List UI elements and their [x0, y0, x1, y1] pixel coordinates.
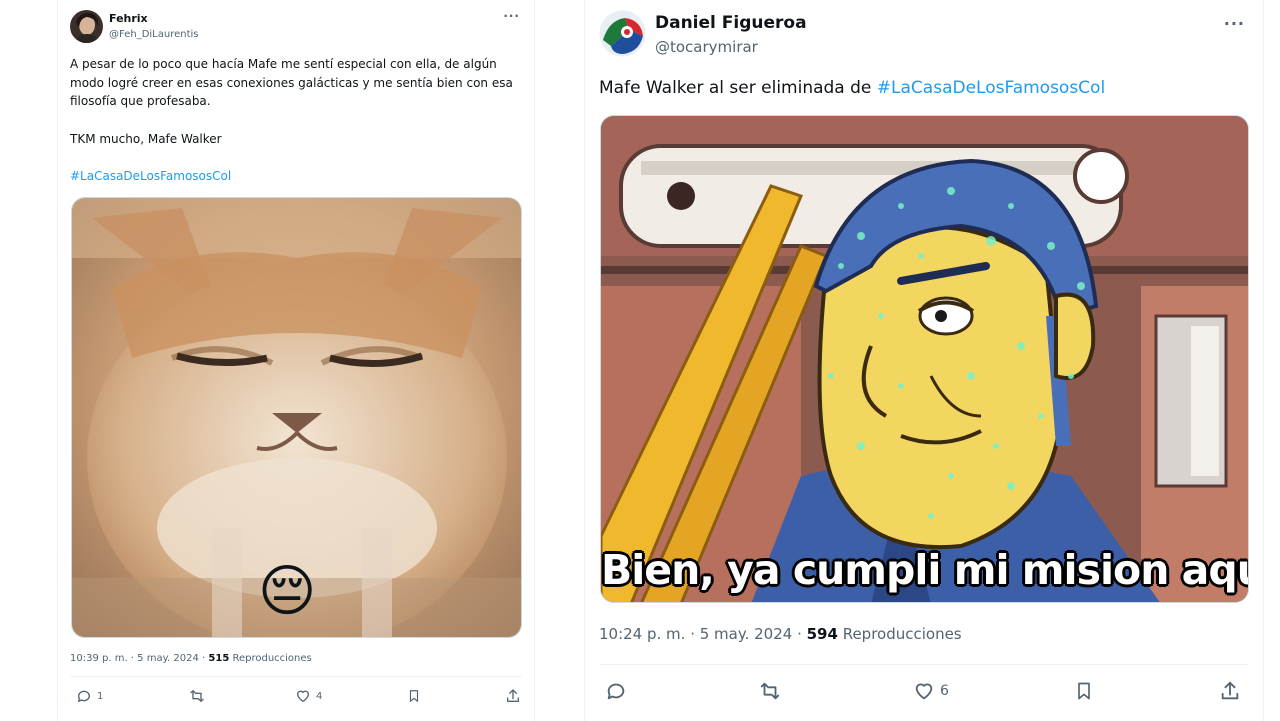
- views-count: 515: [208, 653, 230, 664]
- handle[interactable]: @Feh_DiLaurentis: [109, 28, 199, 41]
- share-button[interactable]: [505, 688, 521, 704]
- hashtag-link[interactable]: #LaCasaDeLosFamososCol: [70, 169, 231, 183]
- retweet-button[interactable]: [757, 680, 788, 702]
- author-names: Daniel Figueroa @tocarymirar: [655, 12, 807, 57]
- tweet-text: Mafe Walker al ser eliminada de #LaCasaD…: [599, 76, 1249, 100]
- heart-icon: [297, 690, 309, 702]
- retweet-icon: [760, 682, 780, 700]
- heart-icon: [915, 683, 933, 700]
- timestamp[interactable]: 10:24 p. m. · 5 may. 2024 ·: [599, 625, 807, 643]
- sad-emoji: 😔: [258, 559, 317, 624]
- meme-caption: Bien, ya cumpli mi mision aqui: [601, 546, 1249, 594]
- avatar[interactable]: [599, 10, 646, 57]
- timestamp[interactable]: 10:39 p. m. · 5 may. 2024 ·: [70, 653, 208, 664]
- author-names: Fehrix @Feh_DiLaurentis: [109, 12, 199, 41]
- tweet-media-sad-cat[interactable]: 😔: [71, 197, 522, 638]
- tweet-text-paragraph: TKM mucho, Mafe Walker: [70, 131, 222, 146]
- bookmark-button[interactable]: [1074, 680, 1094, 702]
- tweet-meta: 10:39 p. m. · 5 may. 2024 · 515 Reproduc…: [70, 653, 312, 664]
- share-icon: [507, 689, 519, 702]
- tweet-text-body: Mafe Walker al ser eliminada de: [599, 78, 877, 98]
- like-button[interactable]: 4: [295, 688, 322, 704]
- tweet-daniel-figueroa[interactable]: Daniel Figueroa @tocarymirar ··· Mafe Wa…: [584, 0, 1264, 721]
- reply-icon: [607, 683, 625, 700]
- like-count: 4: [316, 690, 323, 702]
- hashtag-link[interactable]: #LaCasaDeLosFamososCol: [877, 78, 1105, 98]
- action-bar: 1 4: [76, 688, 521, 704]
- like-count: 6: [940, 683, 949, 699]
- tweet-meta: 10:24 p. m. · 5 may. 2024 · 594 Reproduc…: [599, 625, 962, 643]
- bookmark-icon: [1078, 682, 1090, 700]
- tweet-header: Daniel Figueroa @tocarymirar: [599, 10, 807, 57]
- avatar[interactable]: [70, 10, 103, 43]
- display-name[interactable]: Fehrix: [109, 12, 199, 25]
- views-label: Reproducciones: [229, 653, 312, 664]
- share-icon: [1221, 681, 1239, 700]
- views-label: Reproducciones: [837, 625, 962, 643]
- divider: [70, 676, 522, 677]
- views-count: 594: [806, 625, 838, 643]
- divider: [599, 664, 1249, 665]
- bookmark-icon: [409, 690, 418, 702]
- tweet-text: A pesar de lo poco que hacía Mafe me sen…: [70, 55, 520, 186]
- action-bar: 6: [605, 680, 1241, 702]
- tweet-media-spock-meme[interactable]: Bien, ya cumpli mi mision aqui: [600, 115, 1249, 603]
- handle[interactable]: @tocarymirar: [655, 37, 807, 57]
- reply-button[interactable]: 1: [76, 688, 103, 704]
- tweet-header: Fehrix @Feh_DiLaurentis: [70, 10, 199, 43]
- spock-cartoon-image: [601, 116, 1248, 602]
- more-options-icon[interactable]: ···: [503, 9, 520, 23]
- bookmark-button[interactable]: [407, 688, 421, 704]
- like-button[interactable]: 6: [913, 680, 949, 702]
- tweet-text-paragraph: A pesar de lo poco que hacía Mafe me sen…: [70, 57, 513, 109]
- more-options-icon[interactable]: ···: [1224, 14, 1245, 33]
- display-name[interactable]: Daniel Figueroa: [655, 12, 807, 34]
- tweet-fehrix[interactable]: Fehrix @Feh_DiLaurentis ··· A pesar de l…: [57, 0, 535, 721]
- retweet-icon: [190, 690, 204, 702]
- reply-count: 1: [97, 690, 104, 702]
- reply-icon: [77, 690, 90, 702]
- share-button[interactable]: [1219, 680, 1241, 702]
- reply-button[interactable]: [605, 680, 632, 702]
- screenshot-canvas: Fehrix @Feh_DiLaurentis ··· A pesar de l…: [0, 0, 1280, 721]
- retweet-button[interactable]: [188, 688, 211, 704]
